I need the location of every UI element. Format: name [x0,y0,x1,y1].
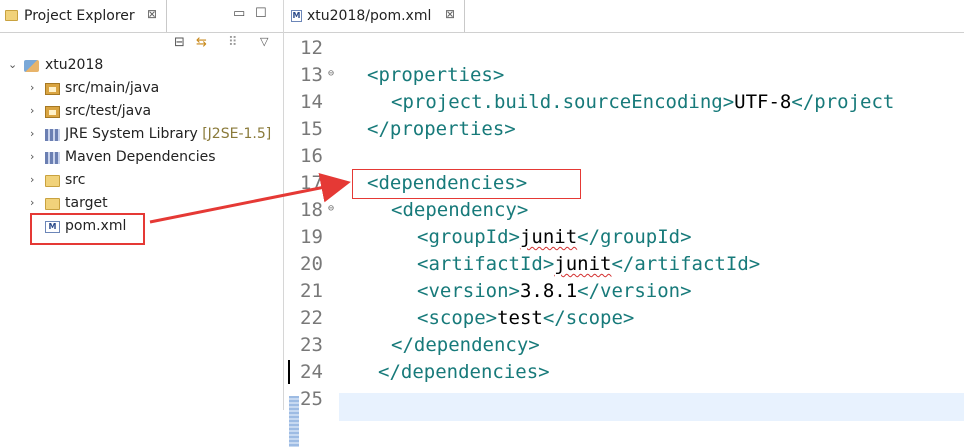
tree-node-label: src [65,172,86,188]
collapsed-icon[interactable]: › [30,150,34,163]
line-number: 20 [300,253,323,275]
line-number: 17 [300,172,323,194]
current-line-highlight [339,393,964,421]
code-line: <properties> [367,64,505,86]
code-line: </properties> [367,118,516,140]
tree-node-label: src/test/java [65,103,152,119]
tree-node-target[interactable]: › target [0,193,200,215]
code-line: </dependency> [391,334,540,356]
close-icon[interactable]: ⊠ [445,7,455,21]
line-number: 24 [300,361,323,383]
highlight-box-dependencies [352,169,581,199]
line-number: 14 [300,91,323,113]
collapsed-icon[interactable]: › [30,127,34,140]
line-number: 21 [300,280,323,302]
collapsed-icon[interactable]: › [30,81,34,94]
library-icon [45,152,60,164]
source-folder-icon [45,83,60,95]
tree-node-label: src/main/java [65,80,160,96]
code-line: </dependencies> [378,361,550,383]
text-cursor [288,360,290,384]
tree-node-project[interactable]: ⌄ xtu2018 [0,55,200,77]
line-number: 23 [300,334,323,356]
line-number: 16 [300,145,323,167]
view-menu-icon[interactable]: ▽ [260,35,268,48]
tab-label: Project Explorer [24,8,135,24]
collapsed-icon[interactable]: › [30,196,34,209]
maven-project-icon [24,60,39,72]
tree-node-label: target [65,195,108,211]
line-number: 18 [300,199,323,221]
fold-icon[interactable]: ⊖ [328,203,334,214]
close-icon[interactable]: ⊠ [147,7,157,21]
jre-version-decoration: [J2SE-1.5] [202,126,272,142]
tree-node-label: JRE System Library [J2SE-1.5] [65,126,272,142]
library-icon [45,129,60,141]
line-number: 19 [300,226,323,248]
tree-node-src-main-java[interactable]: › src/main/java [0,78,200,100]
line-number: 12 [300,37,323,59]
code-line: <artifactId>junit</artifactId> [417,253,761,275]
link-with-editor-icon[interactable]: ⇆ [196,35,207,50]
source-folder-icon [45,106,60,118]
highlight-box-pom [30,213,145,245]
expanded-icon[interactable]: ⌄ [8,58,17,71]
xml-file-icon: M [291,10,302,22]
code-line: <dependency> [391,199,529,221]
code-line: <project.build.sourceEncoding>UTF-8</pro… [391,91,895,113]
change-marker [289,396,299,447]
line-number: 25 [300,388,323,410]
maximize-icon[interactable]: ☐ [255,6,267,21]
folder-icon [45,175,60,187]
code-line: <version>3.8.1</version> [417,280,692,302]
code-line: <groupId>junit</groupId> [417,226,692,248]
collapsed-icon[interactable]: › [30,104,34,117]
collapsed-icon[interactable]: › [30,173,34,186]
tree-node-label: Maven Dependencies [65,149,216,165]
filter-icon[interactable]: ⠿ [228,35,238,50]
code-line: <scope>test</scope> [417,307,635,329]
tree-node-jre-library[interactable]: › JRE System Library [J2SE-1.5] [0,124,280,146]
line-number: 22 [300,307,323,329]
line-number: 13 [300,64,323,86]
tree-node-label: xtu2018 [45,57,104,73]
tab-divider [0,32,283,33]
tab-pom-xml[interactable]: M xtu2018/pom.xml ⊠ [284,0,465,32]
code-editor[interactable]: 12 13 ⊖ <properties> 14 <project.build.s… [284,37,964,447]
minimize-icon[interactable]: ▭ [233,6,245,21]
tree-node-src-test-java[interactable]: › src/test/java [0,101,200,123]
tab-label: xtu2018/pom.xml [307,8,432,24]
editor-panel: M xtu2018/pom.xml ⊠ 12 13 ⊖ <properties>… [284,0,964,447]
fold-icon[interactable]: ⊖ [328,68,334,79]
folder-icon [45,198,60,210]
project-explorer-panel: Project Explorer ⊠ ▭ ☐ ⊟ ⇆ ⠿ ▽ ⌄ xtu2018… [0,0,284,410]
tree-node-src[interactable]: › src [0,170,200,192]
tree-node-maven-dependencies[interactable]: › Maven Dependencies [0,147,240,169]
collapse-all-icon[interactable]: ⊟ [174,35,185,50]
project-explorer-icon [5,10,18,21]
line-number: 15 [300,118,323,140]
tab-project-explorer[interactable]: Project Explorer ⊠ [0,0,167,32]
